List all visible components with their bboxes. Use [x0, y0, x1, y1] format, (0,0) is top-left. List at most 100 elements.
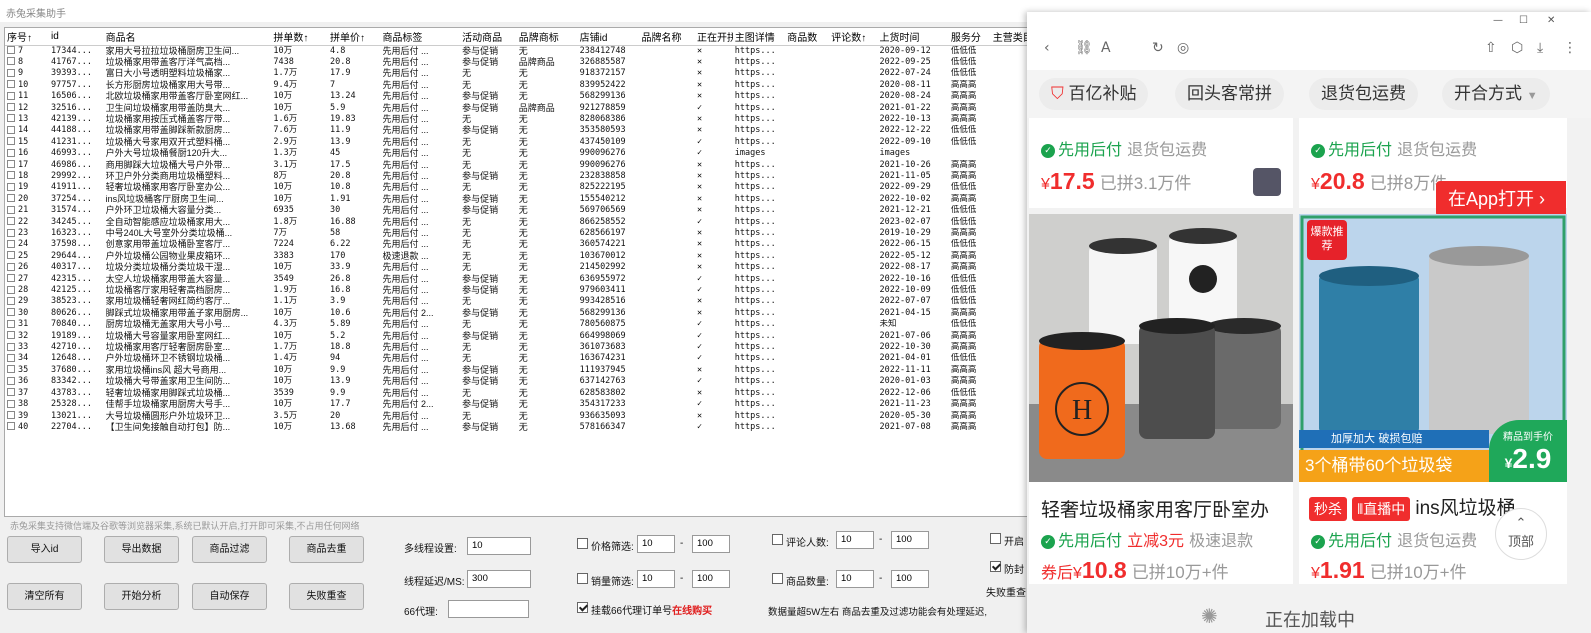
table-row[interactable]: 19 41911... 轻奢垃圾桶家用客厅卧室办公... 10万 10.8 先用后付 ..…	[5, 182, 1037, 193]
table-row[interactable]: 11 16506... 北欧垃圾桶家用带盖客厅卧室网红... 10万 13.24 先用后付…	[5, 91, 1037, 102]
row-checkbox[interactable]	[7, 411, 15, 419]
column-header[interactable]: 评论数↑	[829, 28, 878, 46]
row-checkbox[interactable]	[7, 125, 15, 134]
clear-all-button[interactable]: 清空所有	[7, 583, 82, 610]
column-header[interactable]: 店铺id	[577, 28, 640, 46]
review-min-input[interactable]: 10	[836, 531, 874, 549]
column-header[interactable]: 品牌名称	[639, 28, 696, 46]
table-row[interactable]: 31 70840... 厨房垃圾桶无盖家用大号小号... 4.3万 5.89 先用后付 .…	[5, 319, 1037, 330]
row-checkbox[interactable]	[7, 205, 15, 214]
row-checkbox[interactable]	[7, 331, 15, 340]
row-checkbox[interactable]	[7, 296, 15, 305]
table-row[interactable]: 29 38523... 家用垃圾桶轻奢网红简约客厅... 1.1万 3.9 先用后付 ..…	[5, 296, 1037, 307]
table-row[interactable]: 35 37680... 家用垃圾桶ins风 超大号商用... 10万 9.9 先用后付 .…	[5, 365, 1037, 376]
column-header[interactable]: 品牌商标	[516, 28, 578, 46]
cube-icon[interactable]: ⬡	[1511, 40, 1523, 56]
row-checkbox[interactable]	[7, 160, 15, 169]
row-checkbox[interactable]	[7, 182, 15, 191]
buy-online-link[interactable]: 在线购买	[672, 606, 712, 617]
table-row[interactable]: 28 42125... 垃圾桶客厅家用轻奢高档厨房... 1.9万 16.8 先用后付 .…	[5, 285, 1037, 296]
link-icon[interactable]: ⛓	[1075, 40, 1093, 56]
row-checkbox[interactable]	[7, 285, 15, 294]
table-row[interactable]: 34 12648... 户外垃圾桶环卫不锈钢垃圾桶... 1.4万 94 先用后付 ...…	[5, 353, 1037, 364]
product-card-top-left[interactable]: ✓ 先用后付 退货包运费 ¥17.5 已拼3.1万件	[1029, 118, 1293, 208]
sales-filter-checkbox[interactable]	[577, 573, 588, 584]
table-row[interactable]: 30 80626... 脚踩式垃圾桶家用带盖子家用厨房... 10万 10.6 先用后付 …	[5, 308, 1037, 319]
download-icon[interactable]: ⤓	[1537, 40, 1543, 56]
table-row[interactable]: 12 32516... 卫生间垃圾桶家用带盖防臭大... 10万 5.9 先用后付 ...…	[5, 103, 1037, 114]
row-checkbox[interactable]	[7, 228, 15, 237]
table-row[interactable]: 32 19189... 垃圾桶大号容量家用卧室网红... 10万 5.2 先用后付 ...…	[5, 331, 1037, 342]
count-max-input[interactable]: 100	[891, 570, 929, 588]
price-filter-checkbox[interactable]	[577, 538, 588, 549]
price-min-input[interactable]: 10	[637, 535, 675, 553]
table-row[interactable]: 17 46986... 商用脚踩大垃圾桶大号户外带... 3.1万 17.5 先用后付 .…	[5, 160, 1037, 171]
product-card-left[interactable]: H 轻奢垃圾桶家用客厅卧室办 ✓ 先用后付 立减3元 极速退款 券后¥10.8 已…	[1029, 214, 1293, 584]
proxy-input[interactable]	[448, 600, 529, 618]
row-checkbox[interactable]	[7, 114, 15, 123]
table-row[interactable]: 18 29992... 环卫户外分类商用垃圾桶塑料... 8万 20.8 先用后付 ...…	[5, 171, 1037, 182]
mount-proxy-checkbox[interactable]	[577, 602, 588, 613]
font-size-icon[interactable]: A	[1101, 40, 1111, 56]
column-header[interactable]: 序号↑	[5, 28, 50, 46]
table-row[interactable]: 7 17344... 家用大号拉拉垃圾桶厨房卫生间... 10万 4.8 先用后付 ...…	[5, 45, 1037, 57]
more-icon[interactable]: ⋮	[1563, 40, 1577, 56]
table-row[interactable]: 8 41767... 垃圾桶家用带盖客厅洋气高档... 7438 20.8 先用后付 ..…	[5, 57, 1037, 68]
row-checkbox[interactable]	[7, 68, 15, 77]
row-checkbox[interactable]	[7, 57, 15, 66]
chip-repeat-buyers[interactable]: 回头客常拼	[1175, 78, 1284, 110]
column-header[interactable]: 商品名	[103, 28, 272, 46]
row-checkbox[interactable]	[7, 319, 15, 328]
refresh-icon[interactable]: ↻	[1152, 40, 1164, 56]
table-row[interactable]: 24 37598... 创意家用带盖垃圾桶卧室客厅... 7224 6.22 先用后付 .…	[5, 239, 1037, 250]
price-max-input[interactable]: 100	[692, 535, 730, 553]
row-checkbox[interactable]	[7, 137, 15, 146]
start-analysis-button[interactable]: 开始分析	[104, 583, 179, 610]
export-data-button[interactable]: 导出数据	[104, 536, 179, 563]
open-in-app-button[interactable]: 在App打开 ›	[1436, 181, 1566, 217]
compass-icon[interactable]: ◎	[1177, 40, 1189, 56]
row-checkbox[interactable]	[7, 353, 15, 362]
row-checkbox[interactable]	[7, 148, 15, 157]
table-row[interactable]: 14 44188... 垃圾桶家用带盖脚踩新款厨房... 7.6万 11.9 先用后付 .…	[5, 125, 1037, 136]
column-header[interactable]: 正在开拼	[695, 28, 733, 46]
row-checkbox[interactable]	[7, 262, 15, 271]
product-dedupe-button[interactable]: 商品去重	[289, 536, 364, 563]
delay-input[interactable]: 300	[467, 570, 531, 588]
table-row[interactable]: 36 83342... 垃圾桶大号带盖家用卫生间防... 10万 13.9 先用后付 ..…	[5, 376, 1037, 387]
row-checkbox[interactable]	[7, 194, 15, 203]
anti-block-checkbox[interactable]	[990, 561, 1001, 572]
review-max-input[interactable]: 100	[891, 531, 929, 549]
row-checkbox[interactable]	[7, 274, 15, 283]
row-checkbox[interactable]	[7, 342, 15, 351]
column-header[interactable]: 活动商品	[460, 28, 517, 46]
maximize-icon[interactable]: ☐	[1519, 15, 1528, 26]
table-row[interactable]: 39 13021... 大号垃圾桶圆形户外垃圾环卫... 3.5万 20 先用后付 ...…	[5, 411, 1037, 422]
row-checkbox[interactable]	[7, 388, 15, 397]
minimize-icon[interactable]: —	[1493, 15, 1503, 26]
table-row[interactable]: 25 29644... 户外垃圾桶公园物业果皮箱环... 3383 170 极速退款 ..…	[5, 251, 1037, 262]
row-checkbox[interactable]	[7, 171, 15, 180]
column-header[interactable]: 商品数	[785, 28, 830, 46]
row-checkbox[interactable]	[7, 365, 15, 374]
table-row[interactable]: 23 16323... 中号240L大号室外分类垃圾桶... 7万 58 先用后付 ...…	[5, 228, 1037, 239]
column-header[interactable]: 服务分	[948, 28, 991, 46]
table-row[interactable]: 38 25328... 佳帮手垃圾桶家用厨房大号手... 10万 17.7 先用后付 2.…	[5, 399, 1037, 410]
column-header[interactable]: id	[49, 28, 104, 46]
count-filter-checkbox[interactable]	[772, 573, 783, 584]
column-header[interactable]: 主图详情	[732, 28, 786, 46]
row-checkbox[interactable]	[7, 251, 15, 260]
column-header[interactable]: 上货时间	[877, 28, 949, 46]
back-icon[interactable]: ‹	[1044, 40, 1050, 56]
table-row[interactable]: 13 42139... 垃圾桶家用按压式桶盖客厅带... 1.6万 19.83 先用后付 …	[5, 114, 1037, 125]
retry-failed-button[interactable]: 失败重查	[289, 583, 364, 610]
review-filter-checkbox[interactable]	[772, 534, 783, 545]
sales-min-input[interactable]: 10	[637, 570, 675, 588]
row-checkbox[interactable]	[7, 91, 15, 100]
count-min-input[interactable]: 10	[836, 570, 874, 588]
table-row[interactable]: 40 22704... 【卫生间免接触自动打包】防... 10万 13.68 先用后付 .…	[5, 422, 1037, 433]
import-id-button[interactable]: 导入id	[7, 536, 82, 563]
product-table[interactable]: 序号↑id商品名拼单数↑拼单价↑商品标签活动商品品牌商标店铺id品牌名称正在开拼…	[4, 27, 1038, 517]
table-row[interactable]: 9 39393... 富日大小号透明塑料垃圾桶家... 1.7万 17.9 先用后付 ..…	[5, 68, 1037, 79]
sales-max-input[interactable]: 100	[692, 570, 730, 588]
